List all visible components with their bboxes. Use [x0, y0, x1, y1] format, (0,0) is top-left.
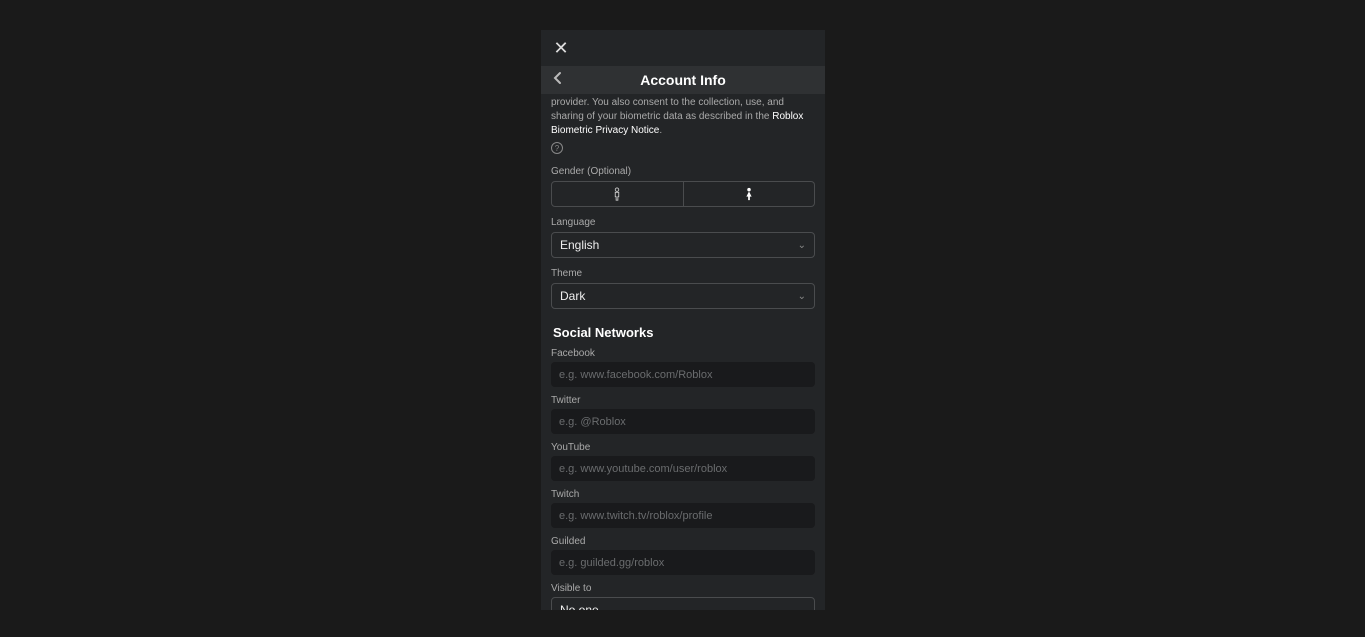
facebook-label: Facebook [551, 348, 815, 359]
youtube-input[interactable] [551, 456, 815, 481]
theme-label: Theme [551, 268, 815, 279]
modal-header: Account Info [541, 66, 825, 94]
facebook-input[interactable] [551, 362, 815, 387]
male-icon [611, 187, 623, 201]
youtube-label: YouTube [551, 442, 815, 453]
theme-value: Dark [560, 289, 585, 303]
gender-toggle [551, 181, 815, 207]
social-networks-title: Social Networks [551, 325, 815, 340]
gender-label: Gender (Optional) [551, 166, 815, 177]
theme-select[interactable]: Dark ⌄ [551, 283, 815, 309]
gender-female-button[interactable] [684, 181, 816, 207]
notice-end: . [659, 125, 662, 136]
language-select[interactable]: English ⌄ [551, 232, 815, 258]
content-scroll[interactable]: provider. You also consent to the collec… [541, 94, 825, 610]
chevron-down-icon: ⌄ [798, 291, 806, 302]
twitter-label: Twitter [551, 395, 815, 406]
account-info-modal: ✕ Account Info provider. You also consen… [541, 30, 825, 610]
back-icon[interactable] [553, 71, 563, 90]
biometric-notice: provider. You also consent to the collec… [551, 94, 815, 138]
chevron-down-icon: ⌄ [798, 605, 806, 611]
twitter-input[interactable] [551, 409, 815, 434]
visible-to-select[interactable]: No one ⌄ [551, 597, 815, 610]
chevron-down-icon: ⌄ [798, 240, 806, 251]
visible-to-label: Visible to [551, 583, 815, 594]
twitch-label: Twitch [551, 489, 815, 500]
guilded-input[interactable] [551, 550, 815, 575]
twitch-input[interactable] [551, 503, 815, 528]
female-icon [743, 187, 755, 201]
language-label: Language [551, 217, 815, 228]
language-value: English [560, 238, 599, 252]
guilded-label: Guilded [551, 536, 815, 547]
help-icon[interactable]: ? [551, 142, 563, 154]
modal-topbar: ✕ [541, 30, 825, 66]
close-icon[interactable]: ✕ [551, 38, 571, 59]
gender-male-button[interactable] [551, 181, 684, 207]
notice-text: provider. You also consent to the collec… [551, 97, 784, 122]
visible-to-value: No one [560, 603, 599, 610]
page-title: Account Info [541, 72, 825, 88]
